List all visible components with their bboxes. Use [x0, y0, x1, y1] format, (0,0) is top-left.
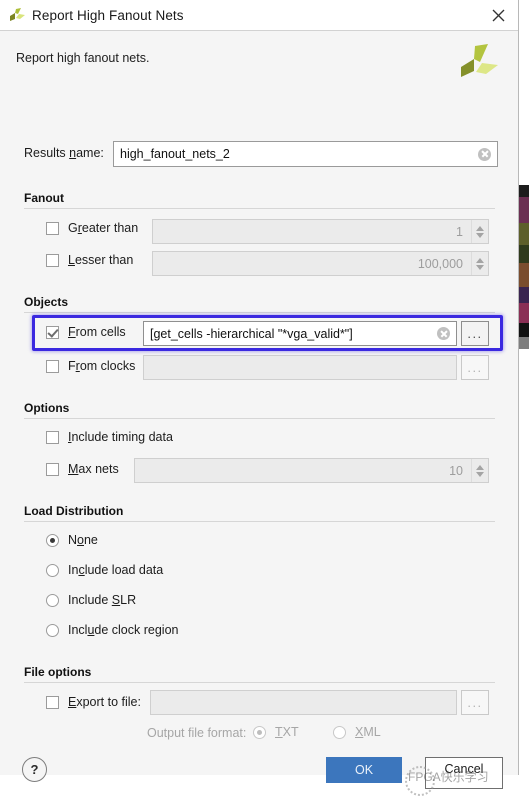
radio-include-clock-region[interactable]	[46, 623, 59, 637]
dialog-title: Report High Fanout Nets	[32, 7, 184, 23]
radio-none[interactable]	[46, 533, 59, 547]
dialog-titlebar: Report High Fanout Nets	[0, 0, 518, 31]
stepper-up-icon[interactable]	[476, 257, 484, 263]
load-dist-label-include-slr: Include SLR	[68, 593, 137, 607]
output-format-option-txt[interactable]: TXT	[253, 725, 299, 739]
export-to-file-checkbox[interactable]	[46, 695, 59, 709]
objects-section-header: Objects	[24, 293, 495, 313]
load-dist-option-include-load-data[interactable]: Include load data	[46, 563, 163, 577]
radio-include-slr[interactable]	[46, 593, 59, 607]
fanout-section-header: Fanout	[24, 189, 495, 209]
clear-field-icon[interactable]	[478, 147, 491, 161]
load-dist-option-none[interactable]: None	[46, 533, 98, 547]
dialog-banner: Report high fanout nets.	[0, 31, 518, 99]
xilinx-logo-icon	[8, 7, 26, 23]
greater-than-row: Greater than	[46, 221, 138, 235]
results-name-row: Results name: high_fanout_nets_2	[0, 141, 518, 169]
export-to-file-input[interactable]	[150, 690, 457, 715]
max-nets-row: Max nets	[46, 462, 119, 476]
load-dist-option-include-clock-region[interactable]: Include clock region	[46, 623, 178, 637]
section-divider	[24, 682, 495, 683]
from-cells-checkbox[interactable]	[46, 325, 59, 339]
max-nets-spinner[interactable]: 10	[134, 458, 489, 483]
options-section-label: Options	[24, 401, 76, 415]
output-file-format-label: Output file format:	[147, 726, 247, 740]
section-divider	[24, 312, 495, 313]
file-options-section-header: File options	[24, 663, 495, 683]
section-divider	[24, 521, 495, 522]
radio-txt[interactable]	[253, 725, 266, 739]
max-nets-value: 10	[449, 463, 463, 478]
load-dist-label-include-clock-region: Include clock region	[68, 623, 179, 637]
fanout-section-label: Fanout	[24, 191, 70, 205]
output-format-option-xml[interactable]: XML	[333, 725, 381, 739]
results-name-value: high_fanout_nets_2	[120, 147, 230, 161]
from-clocks-label: From clocks	[68, 359, 136, 373]
output-format-label-txt: TXT	[275, 725, 299, 739]
load-dist-label-none: None	[68, 533, 98, 547]
lesser-than-spinner[interactable]: 100,000	[152, 251, 489, 276]
from-cells-input[interactable]: [get_cells -hierarchical "*vga_valid*"]	[143, 321, 457, 346]
results-name-input[interactable]: high_fanout_nets_2	[113, 141, 498, 167]
greater-than-label: Greater than	[68, 221, 139, 235]
export-to-file-browse-button[interactable]: ...	[461, 690, 489, 715]
output-format-label-xml: XML	[355, 725, 381, 739]
report-high-fanout-nets-dialog: Report High Fanout Nets Report high fano…	[0, 0, 519, 796]
objects-section-label: Objects	[24, 295, 75, 309]
clear-field-icon[interactable]	[437, 327, 450, 340]
greater-than-spinner[interactable]: 1	[152, 219, 489, 244]
greater-than-value: 1	[456, 224, 463, 239]
stepper-up-icon[interactable]	[476, 464, 484, 470]
stepper-down-icon[interactable]	[476, 232, 484, 238]
max-nets-stepper[interactable]	[471, 459, 488, 482]
ok-button[interactable]: OK	[326, 757, 402, 783]
radio-include-load-data[interactable]	[46, 563, 59, 577]
dialog-content: Report high fanout nets. Results name: h…	[0, 31, 518, 796]
from-clocks-checkbox[interactable]	[46, 359, 59, 373]
from-clocks-row: From clocks	[46, 359, 135, 373]
load-dist-option-include-slr[interactable]: Include SLR	[46, 593, 136, 607]
lesser-than-value: 100,000	[417, 256, 463, 271]
results-name-label: Results name:	[24, 146, 104, 160]
lesser-than-row: Lesser than	[46, 253, 133, 267]
from-cells-label: From cells	[68, 325, 126, 339]
radio-xml[interactable]	[333, 725, 346, 739]
stepper-up-icon[interactable]	[476, 225, 484, 231]
lesser-than-checkbox[interactable]	[46, 253, 59, 267]
section-divider	[24, 418, 495, 419]
from-cells-row: From cells	[46, 325, 126, 339]
from-clocks-input[interactable]	[143, 355, 457, 380]
lesser-than-stepper[interactable]	[471, 252, 488, 275]
load-distribution-section-label: Load Distribution	[24, 504, 130, 518]
stepper-down-icon[interactable]	[476, 264, 484, 270]
include-timing-data-row[interactable]: Include timing data	[46, 430, 173, 444]
dialog-description: Report high fanout nets.	[16, 51, 150, 65]
from-cells-value: [get_cells -hierarchical "*vga_valid*"]	[150, 326, 353, 341]
export-to-file-row: Export to file:	[46, 695, 141, 709]
from-cells-browse-button[interactable]: ...	[461, 321, 489, 346]
export-to-file-label: Export to file:	[68, 695, 141, 709]
from-clocks-browse-button[interactable]: ...	[461, 355, 489, 380]
greater-than-stepper[interactable]	[471, 220, 488, 243]
file-options-section-label: File options	[24, 665, 98, 679]
include-timing-data-label: Include timing data	[68, 430, 173, 444]
greater-than-checkbox[interactable]	[46, 221, 59, 235]
stepper-down-icon[interactable]	[476, 471, 484, 477]
options-section-header: Options	[24, 399, 495, 419]
help-button[interactable]: ?	[22, 757, 47, 782]
section-divider	[24, 208, 495, 209]
close-icon[interactable]	[487, 4, 509, 26]
max-nets-checkbox[interactable]	[46, 462, 59, 476]
cancel-button[interactable]: Cancel	[425, 757, 503, 789]
lesser-than-label: Lesser than	[68, 253, 134, 267]
max-nets-label: Max nets	[68, 462, 119, 476]
load-distribution-section-header: Load Distribution	[24, 502, 495, 522]
load-dist-label-include-load-data: Include load data	[68, 563, 164, 577]
xilinx-logo-icon	[453, 41, 501, 89]
include-timing-data-checkbox[interactable]	[46, 430, 59, 444]
